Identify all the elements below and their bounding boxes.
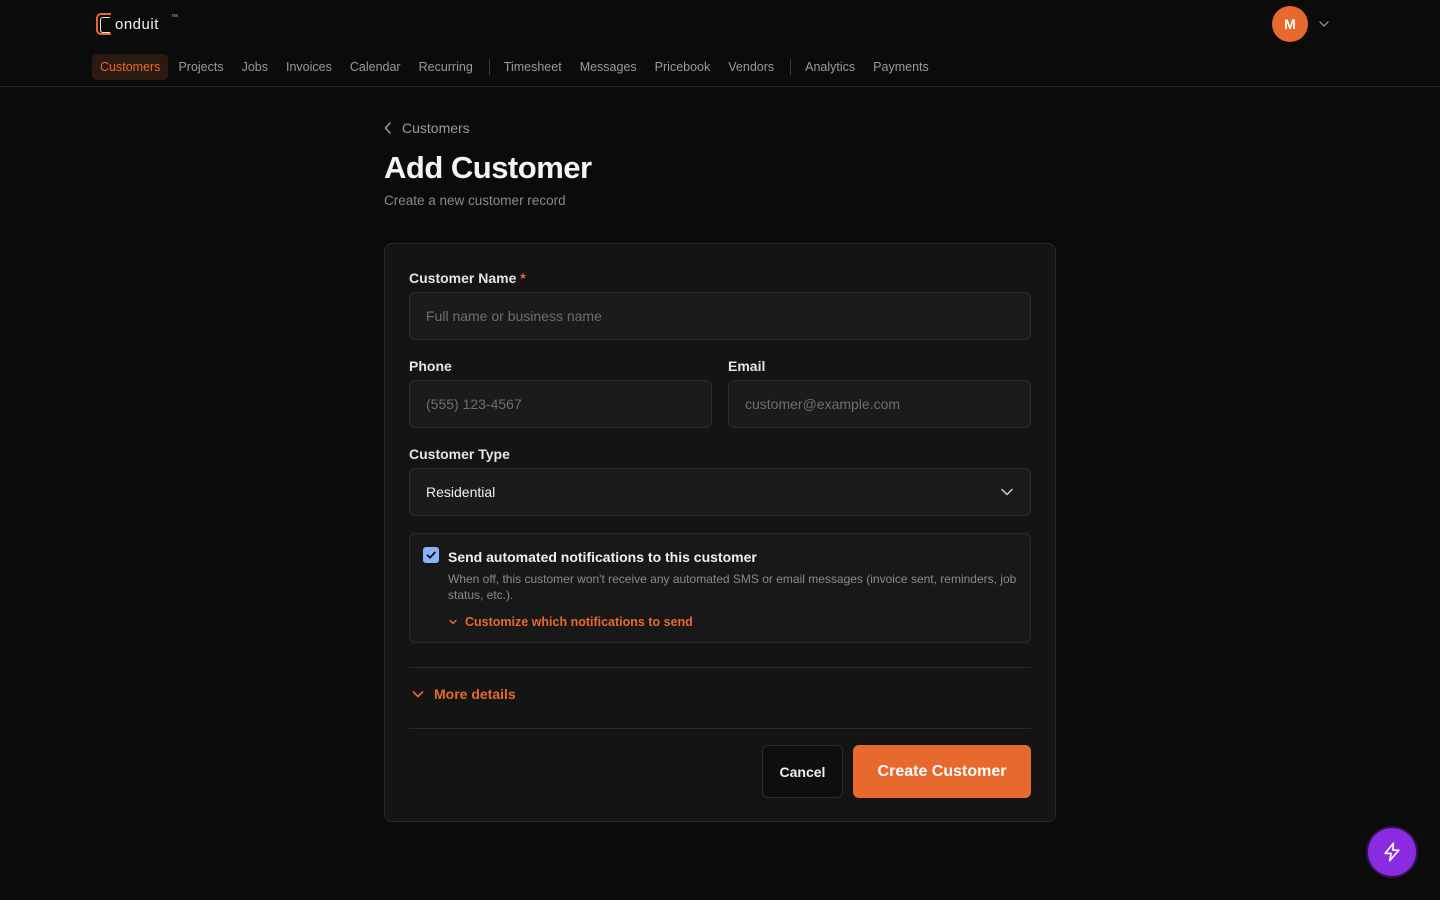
customer-type-value: Residential — [426, 484, 496, 500]
customize-notifications-link[interactable]: Customize which notifications to send — [448, 615, 693, 629]
back-link-label: Customers — [402, 120, 470, 136]
customer-name-label-text: Customer Name — [409, 270, 517, 286]
nav-pricebook[interactable]: Pricebook — [647, 54, 719, 80]
notify-checkbox[interactable] — [423, 547, 439, 563]
nav-projects[interactable]: Projects — [170, 54, 231, 80]
nav-payments[interactable]: Payments — [865, 54, 937, 80]
add-customer-form: Customer Name * Phone Email Customer Typ… — [384, 243, 1056, 822]
logo-mark-icon — [96, 13, 111, 35]
nav-customers[interactable]: Customers — [92, 54, 169, 80]
phone-label: Phone — [409, 358, 452, 374]
phone-input[interactable] — [409, 380, 712, 428]
page-title: Add Customer — [384, 150, 592, 185]
customer-type-label: Customer Type — [409, 446, 510, 462]
logo-trademark: ™ — [171, 14, 178, 21]
required-mark: * — [520, 270, 526, 286]
nav-analytics[interactable]: Analytics — [797, 54, 863, 80]
notifications-panel: Send automated notifications to this cus… — [409, 533, 1031, 643]
user-avatar[interactable]: M — [1272, 6, 1308, 42]
customer-name-input[interactable] — [409, 292, 1031, 340]
nav-divider — [488, 59, 490, 75]
app-logo[interactable]: onduit — [96, 12, 159, 36]
page-subtitle: Create a new customer record — [384, 193, 566, 208]
nav-calendar[interactable]: Calendar — [342, 54, 409, 80]
nav-jobs[interactable]: Jobs — [234, 54, 276, 80]
chevron-down-icon — [1001, 488, 1013, 496]
section-divider — [409, 667, 1031, 668]
email-input[interactable] — [728, 380, 1031, 428]
section-divider — [409, 728, 1031, 729]
checkmark-icon — [426, 551, 436, 559]
create-customer-button[interactable]: Create Customer — [853, 745, 1031, 798]
lightning-icon — [1384, 842, 1400, 862]
nav-invoices[interactable]: Invoices — [278, 54, 340, 80]
assistant-fab[interactable] — [1368, 828, 1416, 876]
more-details-toggle[interactable]: More details — [411, 686, 516, 702]
notify-description: When off, this customer won't receive an… — [448, 572, 1017, 602]
chevron-left-icon — [384, 122, 391, 134]
nav-recurring[interactable]: Recurring — [411, 54, 481, 80]
main-nav: Customers Projects Jobs Invoices Calenda… — [92, 53, 939, 81]
nav-divider — [790, 59, 792, 75]
nav-vendors[interactable]: Vendors — [720, 54, 782, 80]
cancel-button[interactable]: Cancel — [762, 745, 843, 798]
top-bar: onduit ™ M Customers Projects Jobs Invoi… — [0, 0, 1440, 87]
back-link[interactable]: Customers — [384, 120, 470, 136]
chevron-down-icon — [449, 619, 457, 625]
customer-name-label: Customer Name * — [409, 270, 526, 286]
chevron-down-icon[interactable] — [1317, 17, 1331, 31]
nav-messages[interactable]: Messages — [572, 54, 645, 80]
notify-title: Send automated notifications to this cus… — [448, 549, 757, 565]
nav-timesheet[interactable]: Timesheet — [496, 54, 570, 80]
customer-type-select[interactable]: Residential — [409, 468, 1031, 516]
email-label: Email — [728, 358, 766, 374]
logo-text: onduit — [115, 15, 159, 33]
customize-notifications-label: Customize which notifications to send — [465, 615, 693, 629]
chevron-down-icon — [412, 691, 424, 698]
more-details-label: More details — [434, 686, 516, 702]
